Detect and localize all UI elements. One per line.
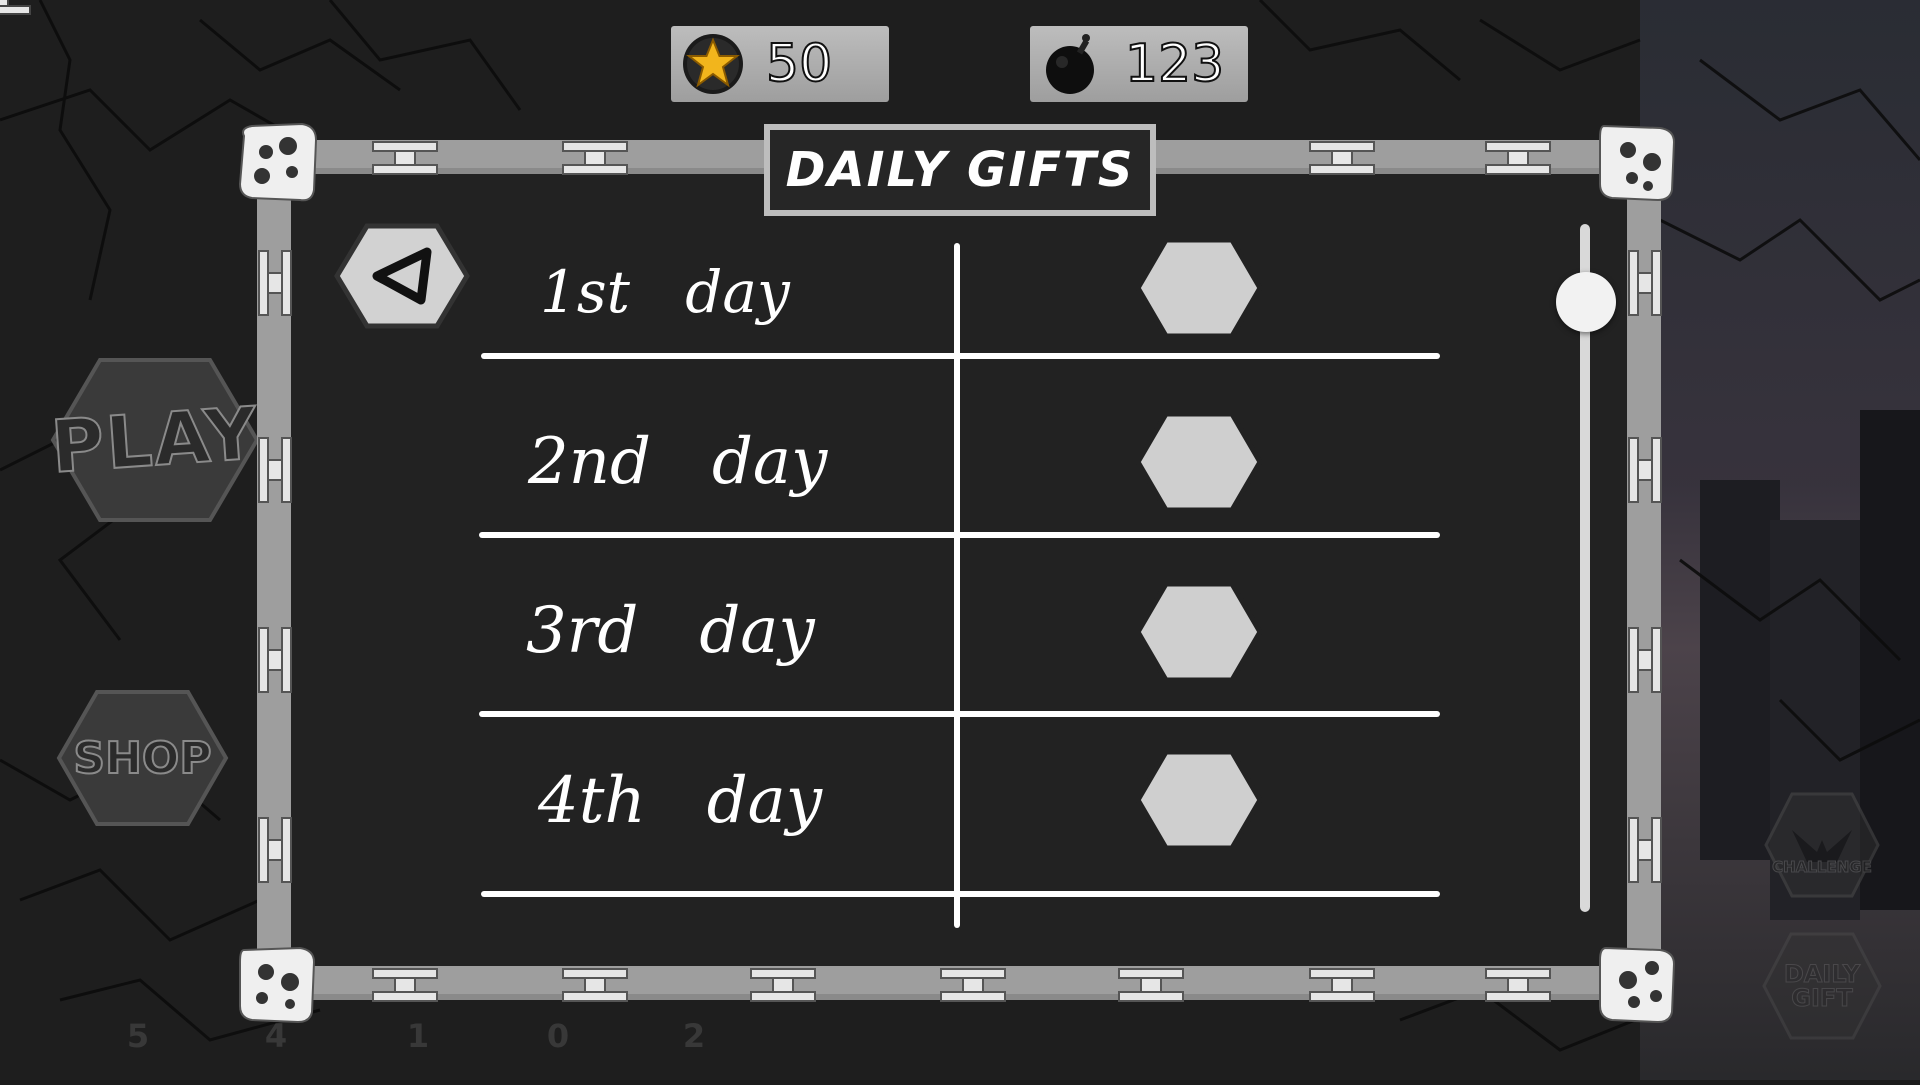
hexagon-icon: [1135, 749, 1263, 851]
back-arrow-icon: [334, 223, 470, 329]
dialog-title-box: DAILY GIFTS: [764, 124, 1156, 216]
hexagon-icon: [1135, 411, 1263, 513]
hexagon-icon: [1135, 237, 1263, 339]
hexagon-icon: [1135, 581, 1263, 683]
day-label: 3rd day: [526, 594, 815, 668]
day-label: 1st day: [540, 258, 790, 326]
dialog-title: DAILY GIFTS: [785, 142, 1135, 198]
gift-slot-day-1[interactable]: [1132, 234, 1266, 342]
back-button[interactable]: [333, 222, 471, 330]
gift-slot-day-2[interactable]: [1132, 408, 1266, 516]
scrollbar-thumb[interactable]: [1556, 272, 1616, 332]
day-label: 2nd day: [528, 425, 828, 499]
gift-slot-day-4[interactable]: [1132, 746, 1266, 854]
gift-slot-day-3[interactable]: [1132, 578, 1266, 686]
day-label: 4th day: [538, 764, 822, 838]
